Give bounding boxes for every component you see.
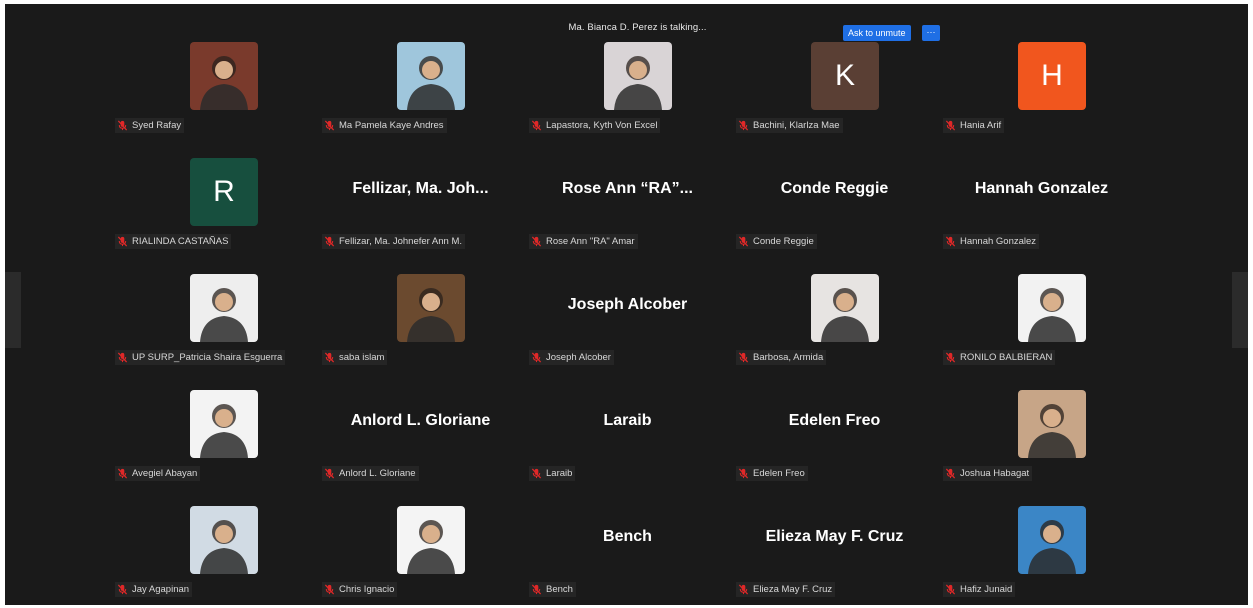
participant-tile[interactable]: Edelen Freo Edelen Freo: [731, 352, 938, 481]
muted-mic-icon: [945, 584, 956, 595]
participant-video-thumbnail: [190, 274, 258, 342]
participant-name: Chris Ignacio: [339, 584, 395, 595]
participant-avatar: H: [1018, 42, 1086, 110]
participant-display-name: Joseph Alcober: [567, 296, 688, 313]
participant-display-name: Elieza May F. Cruz: [765, 528, 904, 545]
participant-avatar: K: [811, 42, 879, 110]
participant-tile[interactable]: Ma Pamela Kaye Andres: [317, 4, 524, 133]
participant-name-label: Hafiz Junaid: [943, 582, 1016, 597]
participant-tile[interactable]: Hafiz Junaid: [938, 468, 1145, 597]
participant-video-thumbnail: [811, 274, 879, 342]
participant-tile[interactable]: R RIALINDA CASTAÑAS: [110, 120, 317, 249]
participant-tile[interactable]: H Hania Arif: [938, 4, 1145, 133]
participant-tile[interactable]: Fellizar, Ma. Joh... Fellizar, Ma. Johnef…: [317, 120, 524, 249]
avatar-initial: H: [1041, 59, 1063, 92]
participant-tile[interactable]: Hannah Gonzalez Hannah Gonzalez: [938, 120, 1145, 249]
participant-display-name: Bench: [603, 528, 652, 545]
participant-tile[interactable]: Lapastora, Kyth Von Excel: [524, 4, 731, 133]
participant-tile[interactable]: Anlord L. Gloriane Anlord L. Gloriane: [317, 352, 524, 481]
participant-video-thumbnail: [1018, 506, 1086, 574]
participant-video-thumbnail: [397, 274, 465, 342]
participant-video-thumbnail: [397, 42, 465, 110]
participant-tile[interactable]: Chris Ignacio: [317, 468, 524, 597]
participant-display-name: Edelen Freo: [788, 412, 881, 429]
participant-name-label: Elieza May F. Cruz: [736, 582, 836, 597]
participant-video-thumbnail: [1018, 390, 1086, 458]
participant-name-label: Bench: [529, 582, 576, 597]
participant-video-thumbnail: [397, 506, 465, 574]
participant-video-thumbnail: [190, 390, 258, 458]
muted-mic-icon: [117, 584, 128, 595]
participant-display-name: Fellizar, Ma. Joh...: [352, 180, 489, 197]
avatar-initial: R: [213, 175, 235, 208]
participant-display-name: Anlord L. Gloriane: [350, 412, 491, 429]
avatar-initial: K: [834, 59, 855, 92]
participant-video-thumbnail: [190, 42, 258, 110]
muted-mic-icon: [738, 584, 749, 595]
muted-mic-icon: [531, 584, 542, 595]
participant-video-thumbnail: [1018, 274, 1086, 342]
participant-tile[interactable]: Joseph Alcober Joseph Alcober: [524, 236, 731, 365]
participant-tile[interactable]: Barbosa, Armida: [731, 236, 938, 365]
next-page-handle[interactable]: [1232, 272, 1248, 348]
participant-avatar: R: [190, 158, 258, 226]
participant-tile[interactable]: RONILO BALBIERAN: [938, 236, 1145, 365]
participant-name-label: Jay Agapinan: [115, 582, 193, 597]
participant-tile[interactable]: Bench Bench: [524, 468, 731, 597]
participant-tile[interactable]: Conde Reggie Conde Reggie: [731, 120, 938, 249]
participant-video-thumbnail: [604, 42, 672, 110]
participant-name: Jay Agapinan: [132, 584, 190, 595]
participant-tile[interactable]: saba islam: [317, 236, 524, 365]
muted-mic-icon: [324, 584, 335, 595]
participant-name: Hafiz Junaid: [960, 584, 1013, 595]
previous-page-handle[interactable]: [5, 272, 21, 348]
participant-video-thumbnail: [190, 506, 258, 574]
participant-tile[interactable]: Laraib Laraib: [524, 352, 731, 481]
participant-tile[interactable]: Joshua Habagat: [938, 352, 1145, 481]
participant-tile[interactable]: K Bachini, Klarlza Mae: [731, 4, 938, 133]
participant-tile[interactable]: UP SURP_Patricia Shaira Esguerra: [110, 236, 317, 365]
participant-tile[interactable]: Rose Ann “RA”... Rose Ann "RA" Amar: [524, 120, 731, 249]
participant-display-name: Hannah Gonzalez: [974, 180, 1109, 197]
participant-tile[interactable]: Avegiel Abayan: [110, 352, 317, 481]
participant-display-name: Laraib: [603, 412, 652, 429]
participant-display-name: Rose Ann “RA”...: [562, 180, 693, 197]
participant-tile[interactable]: Syed Rafay: [110, 4, 317, 133]
participant-tile[interactable]: Elieza May F. Cruz Elieza May F. Cruz: [731, 468, 938, 597]
participant-name: Elieza May F. Cruz: [753, 584, 833, 595]
participant-name-label: Chris Ignacio: [322, 582, 398, 597]
participant-display-name: Conde Reggie: [780, 180, 889, 197]
participant-name: Bench: [546, 584, 573, 595]
participant-tile[interactable]: Jay Agapinan: [110, 468, 317, 597]
meeting-gallery-view: Ma. Bianca D. Perez is talking... Ask to…: [5, 4, 1248, 605]
